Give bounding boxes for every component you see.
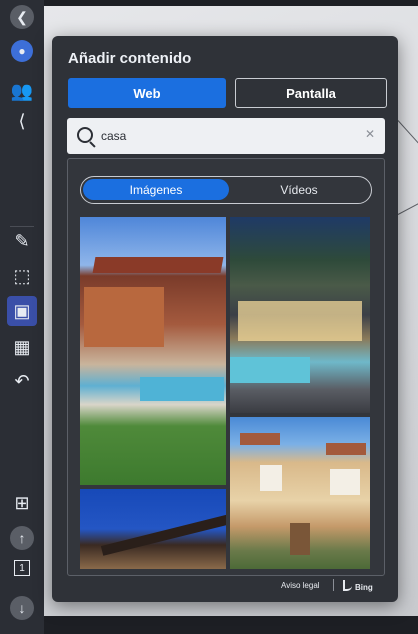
share-icon[interactable]: ⟨ (7, 106, 37, 136)
image-result[interactable] (230, 417, 370, 569)
layout-icon[interactable]: ▦ (7, 332, 37, 362)
search-bar: ✕ (67, 118, 385, 154)
house-wall (84, 287, 164, 347)
bing-logo-icon (343, 580, 352, 591)
brand-logo-icon[interactable]: ● (11, 40, 33, 62)
pen-icon[interactable]: ✎ (7, 226, 37, 256)
toggle-videos[interactable]: Vídeos (231, 179, 367, 200)
add-content-icon[interactable]: ▣ (7, 296, 37, 326)
media-type-toggle: Imágenes Vídeos (80, 176, 372, 204)
participants-icon[interactable]: 👥 (7, 76, 37, 106)
house-wall (290, 523, 310, 555)
bing-attribution: Bing (343, 580, 373, 592)
house-roof (92, 257, 224, 273)
add-content-panel: Añadir contenido Web Pantalla ✕ Imágenes… (52, 36, 398, 602)
undo-icon[interactable]: ↶ (7, 366, 37, 396)
pool (230, 357, 310, 383)
pool (140, 377, 224, 401)
house-roof (326, 443, 366, 455)
footer-divider (333, 579, 334, 591)
down-arrow-icon[interactable]: ↓ (10, 596, 34, 620)
panel-title: Añadir contenido (68, 50, 192, 67)
up-arrow-icon[interactable]: ↑ (10, 526, 34, 550)
house-wall (238, 301, 362, 341)
image-result[interactable] (230, 217, 370, 413)
selection-icon[interactable]: ⬚ (7, 261, 37, 291)
image-result[interactable] (80, 489, 226, 569)
image-result[interactable] (80, 217, 226, 485)
legal-link[interactable]: Aviso legal (281, 581, 320, 590)
back-arrow-icon[interactable]: ❮ (10, 5, 34, 29)
search-icon (77, 127, 93, 143)
house-wall (260, 465, 282, 491)
results-area: Imágenes Vídeos (67, 158, 385, 576)
house-roof (240, 433, 280, 445)
tab-pantalla[interactable]: Pantalla (235, 78, 387, 108)
left-toolbar: ❮ ● 👥 ⟨ ✎ ⬚ ▣ ▦ ↶ ⊞ ↑ 1 ↓ (0, 0, 44, 634)
add-page-icon[interactable]: ⊞ (7, 488, 37, 518)
search-input[interactable] (101, 126, 351, 146)
provider-label: Bing (355, 583, 373, 592)
toggle-images[interactable]: Imágenes (83, 179, 229, 200)
tab-web[interactable]: Web (68, 78, 226, 108)
house-wall (330, 469, 360, 495)
house-roof (100, 512, 226, 556)
page-number-icon[interactable]: 1 (14, 560, 30, 576)
close-icon[interactable]: ✕ (365, 127, 375, 141)
